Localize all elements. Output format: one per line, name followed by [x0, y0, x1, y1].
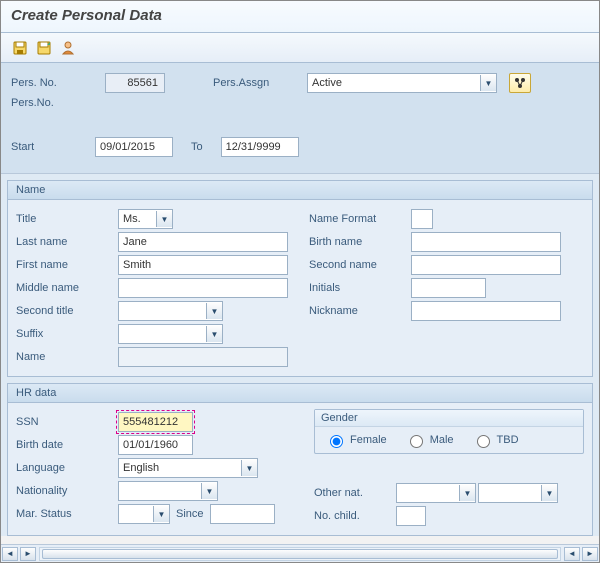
person-icon[interactable]: [59, 39, 77, 57]
lastname-input[interactable]: [118, 232, 288, 252]
birthdate-input[interactable]: [118, 435, 193, 455]
marstatus-select[interactable]: ▼: [118, 504, 170, 524]
page-title: Create Personal Data: [11, 7, 162, 24]
start-date-input[interactable]: [95, 137, 173, 157]
header-section: Pers. No. 85561 Pers.Assgn Active ▼ Pers…: [1, 63, 599, 174]
persno2-label: Pers.No.: [11, 97, 101, 109]
chevron-down-icon: ▼: [241, 460, 257, 476]
language-label: Language: [16, 462, 116, 474]
initials-input[interactable]: [411, 278, 486, 298]
name-group: Name Title Ms.▼ Last name First name: [7, 180, 593, 377]
scroll-thumb[interactable]: [42, 549, 558, 559]
persno-label: Pers. No.: [11, 77, 101, 89]
birthname-input[interactable]: [411, 232, 561, 252]
chevron-down-icon: ▼: [480, 75, 496, 91]
org-icon-button[interactable]: [509, 73, 531, 93]
nickname-label: Nickname: [309, 305, 409, 317]
secondtitle-label: Second title: [16, 305, 116, 317]
nochild-label: No. child.: [314, 510, 394, 522]
persno-value: 85561: [105, 73, 165, 93]
birthdate-label: Birth date: [16, 439, 116, 451]
gender-female-radio[interactable]: Female: [325, 432, 387, 448]
nationality-select[interactable]: ▼: [118, 481, 218, 501]
initials-label: Initials: [309, 282, 409, 294]
secondtitle-select[interactable]: ▼: [118, 301, 223, 321]
title-label: Title: [16, 213, 116, 225]
gender-male-radio[interactable]: Male: [405, 432, 454, 448]
chevron-down-icon: ▼: [541, 485, 557, 501]
chevron-down-icon: ▼: [153, 506, 169, 522]
chevron-down-icon: ▼: [156, 211, 172, 227]
save-new-icon[interactable]: [35, 39, 53, 57]
end-date-input[interactable]: [221, 137, 299, 157]
scroll-left-button-2[interactable]: ◄: [564, 547, 580, 561]
title-select[interactable]: Ms.▼: [118, 209, 173, 229]
scroll-right-button[interactable]: ►: [20, 547, 36, 561]
name-group-legend: Name: [8, 181, 592, 200]
save-icon[interactable]: [11, 39, 29, 57]
hr-group-legend: HR data: [8, 384, 592, 403]
persassgn-select[interactable]: Active ▼: [307, 73, 497, 93]
middlename-label: Middle name: [16, 282, 116, 294]
toolbar: [1, 33, 599, 63]
nationality-label: Nationality: [16, 485, 116, 497]
lastname-label: Last name: [16, 236, 116, 248]
persassgn-value: Active: [312, 77, 342, 89]
nickname-input[interactable]: [411, 301, 561, 321]
suffix-label: Suffix: [16, 328, 116, 340]
name-input: [118, 347, 288, 367]
othernat-select-2[interactable]: ▼: [478, 483, 558, 503]
middlename-input[interactable]: [118, 278, 288, 298]
title-bar: Create Personal Data: [1, 1, 599, 33]
secondname-input[interactable]: [411, 255, 561, 275]
othernat-label: Other nat.: [314, 487, 394, 499]
ssn-label: SSN: [16, 416, 116, 428]
to-label: To: [191, 141, 203, 153]
gender-legend: Gender: [315, 410, 583, 427]
persassgn-label: Pers.Assgn: [213, 77, 303, 89]
nameformat-label: Name Format: [309, 213, 409, 225]
scroll-track[interactable]: [39, 547, 561, 561]
secondname-label: Second name: [309, 259, 409, 271]
chevron-down-icon: ▼: [206, 303, 222, 319]
ssn-input[interactable]: [118, 412, 193, 432]
firstname-label: First name: [16, 259, 116, 271]
name-label: Name: [16, 351, 116, 363]
chevron-down-icon: ▼: [201, 483, 217, 499]
suffix-select[interactable]: ▼: [118, 324, 223, 344]
chevron-down-icon: ▼: [206, 326, 222, 342]
since-input[interactable]: [210, 504, 275, 524]
gender-group: Gender Female Male TBD: [314, 409, 584, 454]
othernat-select-1[interactable]: ▼: [396, 483, 476, 503]
nochild-input[interactable]: [396, 506, 426, 526]
birthname-label: Birth name: [309, 236, 409, 248]
since-label: Since: [176, 508, 204, 520]
scroll-left-button[interactable]: ◄: [2, 547, 18, 561]
firstname-input[interactable]: [118, 255, 288, 275]
scroll-right-button-2[interactable]: ►: [582, 547, 598, 561]
start-label: Start: [11, 141, 91, 153]
nameformat-input[interactable]: [411, 209, 433, 229]
marstatus-label: Mar. Status: [16, 508, 116, 520]
horizontal-scrollbar: ◄ ► ◄ ►: [1, 544, 599, 562]
chevron-down-icon: ▼: [459, 485, 475, 501]
language-select[interactable]: English▼: [118, 458, 258, 478]
gender-tbd-radio[interactable]: TBD: [472, 432, 519, 448]
hr-group: HR data SSN Birth date Language: [7, 383, 593, 536]
